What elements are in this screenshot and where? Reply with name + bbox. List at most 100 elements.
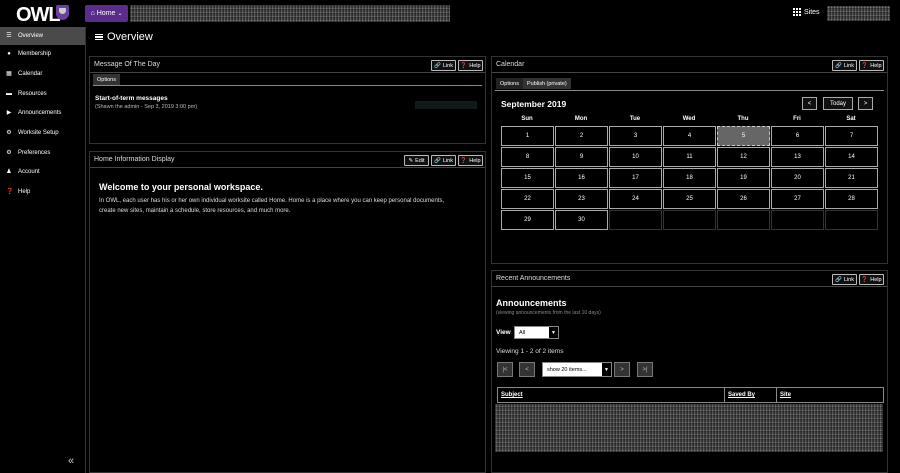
tab-options[interactable]: Options: [93, 74, 120, 85]
calendar-help-button[interactable]: ❓ Help: [859, 60, 884, 71]
next-page-button[interactable]: >: [614, 362, 630, 377]
calendar-day-cell[interactable]: 30: [555, 210, 608, 230]
calendar-day-cell[interactable]: 7: [825, 126, 878, 146]
column-saved-by[interactable]: Saved By: [725, 388, 777, 402]
home-info-help-button[interactable]: ❓ Help: [458, 155, 483, 166]
calendar-day-cell[interactable]: 22: [501, 189, 554, 209]
motd-help-button[interactable]: ❓ Help: [458, 60, 483, 71]
link-icon: 🔗: [434, 157, 441, 164]
page-title-text: Overview: [107, 31, 153, 43]
sidebar-item-label: Worksite Setup: [18, 130, 59, 136]
calendar-day-cell[interactable]: 26: [717, 189, 770, 209]
announcements-table-header: Subject Saved By Site: [497, 387, 884, 403]
column-subject[interactable]: Subject: [498, 388, 725, 402]
calendar-day-cell[interactable]: 15: [501, 168, 554, 188]
tab-publish-private[interactable]: Publish (private): [522, 78, 571, 89]
announcements-subtitle: (viewing announcements from the last 10 …: [496, 310, 601, 316]
calendar-day-cell[interactable]: 10: [609, 147, 662, 167]
gear-icon: ⚙: [6, 150, 12, 156]
sidebar-item-calendar[interactable]: ▦ Calendar: [0, 65, 85, 83]
calendar-day-cell[interactable]: 9: [555, 147, 608, 167]
weekday-header: Sat: [846, 116, 856, 122]
sidebar-item-announcements[interactable]: ▶ Announcements: [0, 104, 85, 122]
calendar-day-cell[interactable]: 3: [609, 126, 662, 146]
calendar-empty-cell: [609, 210, 662, 230]
last-page-button[interactable]: >|: [637, 362, 653, 377]
motd-message-meta: (Shawn the admin - Sep 3, 2019 3:00 pm): [95, 104, 198, 110]
calendar-month-label: September 2019: [501, 99, 567, 109]
calendar-day-cell[interactable]: 5: [717, 126, 770, 146]
calendar-day-cell[interactable]: 8: [501, 147, 554, 167]
calendar-prev-button[interactable]: <: [802, 97, 817, 110]
calendar-day-cell[interactable]: 21: [825, 168, 878, 188]
column-site[interactable]: Site: [777, 388, 883, 402]
view-select[interactable]: All ▼: [514, 326, 559, 339]
calendar-link-button[interactable]: 🔗 Link: [832, 60, 857, 71]
collapse-sidebar-button[interactable]: «: [68, 455, 74, 467]
calendar-day-cell[interactable]: 29: [501, 210, 554, 230]
tab-underline: [93, 85, 482, 86]
calendar-day-cell[interactable]: 27: [771, 189, 824, 209]
sidebar-item-worksite-setup[interactable]: ⚙ Worksite Setup: [0, 124, 85, 142]
motd-title: Message Of The Day: [94, 61, 161, 68]
view-label: View: [496, 329, 511, 336]
calendar-day-cell[interactable]: 11: [663, 147, 716, 167]
first-page-button[interactable]: |<: [497, 362, 513, 377]
home-info-link-button[interactable]: 🔗 Link: [431, 155, 456, 166]
sidebar-item-account[interactable]: ♟ Account: [0, 163, 85, 181]
calendar-day-cell[interactable]: 4: [663, 126, 716, 146]
calendar-empty-cell: [771, 210, 824, 230]
calendar-day-cell[interactable]: 19: [717, 168, 770, 188]
calendar-day-cell[interactable]: 6: [771, 126, 824, 146]
announcements-panel: Recent Announcements 🔗 Link ❓ Help Announc…: [491, 270, 888, 473]
tab-options[interactable]: Options: [496, 78, 523, 89]
page-title: Overview: [95, 31, 153, 43]
bullhorn-icon: ▶: [6, 110, 12, 116]
link-icon: 🔗: [835, 276, 842, 283]
calendar-day-cell[interactable]: 17: [609, 168, 662, 188]
calendar-day-cell[interactable]: 24: [609, 189, 662, 209]
users-icon: ●: [7, 51, 11, 57]
home-site-button[interactable]: ⌂ Home ⌄: [85, 5, 128, 22]
sidebar-item-resources[interactable]: ▬ Resources: [0, 85, 85, 103]
announcements-link-button[interactable]: 🔗 Link: [832, 274, 857, 285]
calendar-day-cell[interactable]: 20: [771, 168, 824, 188]
sites-button[interactable]: Sites: [793, 8, 820, 16]
prev-page-button[interactable]: <: [519, 362, 535, 377]
calendar-day-cell[interactable]: 16: [555, 168, 608, 188]
sidebar-item-membership[interactable]: ● Membership: [0, 45, 85, 63]
motd-header: Message Of The Day: [90, 57, 485, 73]
calendar-day-cell[interactable]: 2: [555, 126, 608, 146]
calendar-day-cell[interactable]: 23: [555, 189, 608, 209]
user-icon: ♟: [6, 169, 12, 175]
motd-link-button[interactable]: 🔗 Link: [431, 60, 456, 71]
redacted-site-tabs: [130, 5, 450, 22]
help-label: Help: [469, 62, 481, 69]
calendar-day-cell[interactable]: 12: [717, 147, 770, 167]
weekday-header: Thu: [737, 116, 749, 122]
calendar-day-cell[interactable]: 1: [501, 126, 554, 146]
link-label: Link: [843, 276, 854, 283]
calendar-day-cell[interactable]: 28: [825, 189, 878, 209]
chevron-down-icon: ▼: [602, 363, 611, 376]
view-select-value: All: [519, 329, 526, 336]
calendar-today-button[interactable]: Today: [823, 97, 853, 110]
home-info-body: In OWL, each user has his or her own ind…: [99, 198, 445, 214]
page-size-select[interactable]: show 20 items... ▼: [542, 362, 612, 377]
calendar-next-button[interactable]: >: [858, 97, 873, 110]
weekday-header: Tue: [629, 116, 641, 122]
calendar-day-cell[interactable]: 18: [663, 168, 716, 188]
sidebar-item-help[interactable]: ❓ Help: [0, 183, 85, 201]
announcements-help-button[interactable]: ❓ Help: [859, 274, 884, 285]
calendar-empty-cell: [663, 210, 716, 230]
redacted-user-menu[interactable]: [827, 6, 890, 21]
calendar-day-cell[interactable]: 14: [825, 147, 878, 167]
sidebar-item-label: Help: [18, 189, 31, 195]
owl-logo[interactable]: OWL: [16, 4, 61, 27]
sidebar-item-overview[interactable]: ☰ Overview: [0, 27, 85, 45]
calendar-day-cell[interactable]: 13: [771, 147, 824, 167]
sidebar-item-preferences[interactable]: ⚙ Preferences: [0, 144, 85, 162]
calendar-day-cell[interactable]: 25: [663, 189, 716, 209]
home-info-edit-button[interactable]: ✎ Edit: [404, 155, 429, 166]
pencil-icon: ✎: [408, 157, 414, 164]
